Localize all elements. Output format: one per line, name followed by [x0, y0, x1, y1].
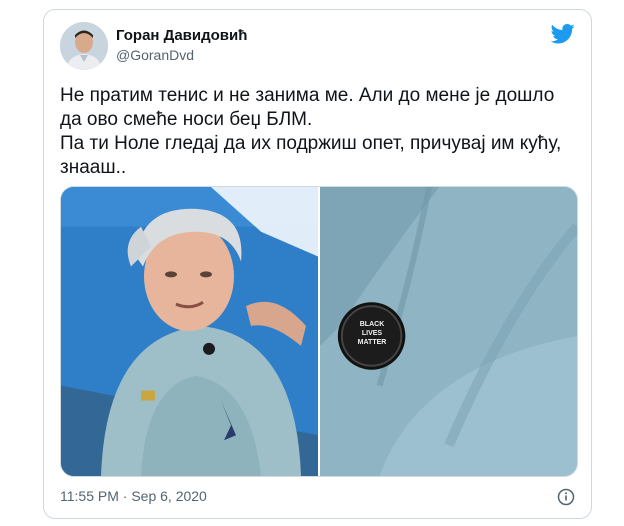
tweet-text: Не пратим тенис и не занима ме. Али до м… — [60, 84, 572, 180]
tweet-text-line-2: Па ти Ноле гледај да их подржиш опет, пр… — [60, 133, 562, 178]
media-photo-left[interactable] — [61, 187, 318, 476]
tweet-media[interactable]: BLACK LIVES MATTER — [60, 186, 578, 477]
info-icon[interactable] — [557, 488, 575, 506]
author-name[interactable]: Горан Давидовић — [116, 27, 247, 44]
author-handle[interactable]: @GoranDvd — [116, 47, 194, 63]
tweet-timestamp[interactable]: 11:55 PM · Sep 6, 2020 — [60, 488, 207, 504]
author-avatar[interactable] — [60, 22, 108, 70]
media-photo-right[interactable]: BLACK LIVES MATTER — [320, 187, 577, 476]
twitter-bird-icon[interactable] — [551, 24, 575, 44]
avatar-image — [60, 22, 108, 70]
woman-photo — [61, 187, 318, 476]
blm-badge-text: BLACK LIVES MATTER — [357, 321, 387, 346]
embedded-tweet-card[interactable]: Горан Давидовић @GoranDvd Не пратим тени… — [43, 9, 592, 519]
tweet-text-line-1: Не пратим тенис и не занима ме. Али до м… — [60, 85, 555, 130]
